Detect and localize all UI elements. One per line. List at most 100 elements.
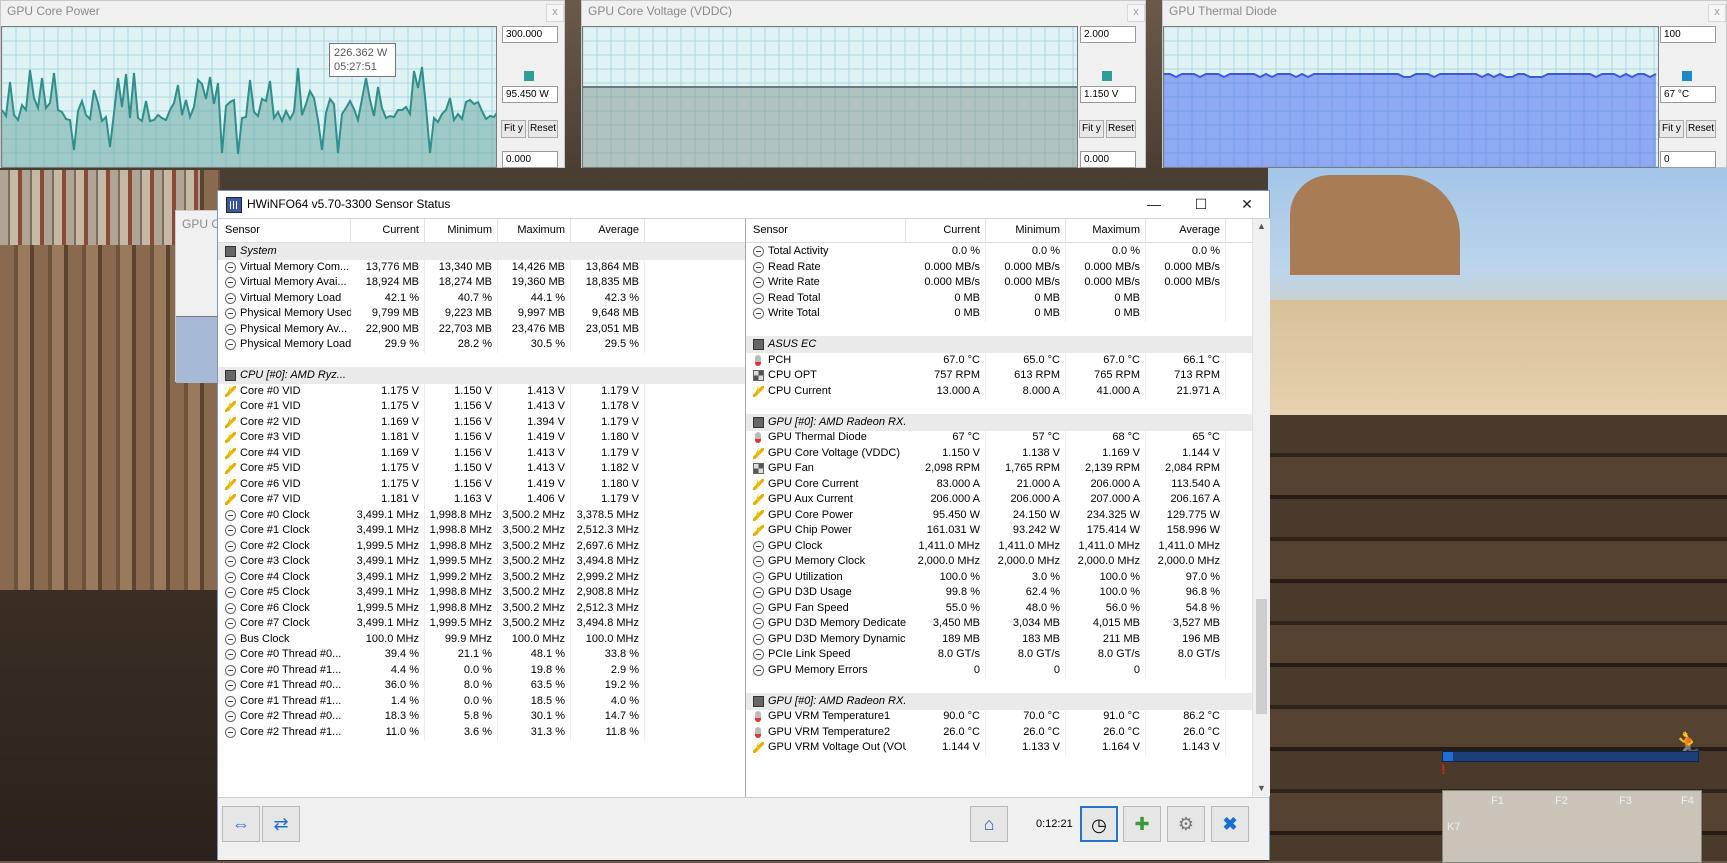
close-icon[interactable]: x xyxy=(546,4,564,22)
sensor-pane-right[interactable]: Sensor Current Minimum Maximum Average T… xyxy=(746,218,1270,797)
sensor-row[interactable]: Total Activity 0.0 % 0.0 % 0.0 % 0.0 % xyxy=(746,243,1270,260)
column-average[interactable]: Average xyxy=(1146,219,1226,242)
vertical-scrollbar[interactable]: ▲ ▼ xyxy=(1252,219,1270,796)
sensor-row[interactable]: Virtual Memory Avai... 18,924 MB 18,274 MB… xyxy=(218,274,745,291)
sensor-row[interactable]: GPU VRM Temperature2 26.0 °C 26.0 °C 26.0 °… xyxy=(746,723,1270,741)
column-maximum[interactable]: Maximum xyxy=(498,219,571,242)
sensor-row[interactable]: GPU Thermal Diode 67 °C 57 °C 68 °C 65 °C xyxy=(746,429,1270,446)
scroll-up-icon[interactable]: ▲ xyxy=(1253,219,1270,234)
nav-arrows-icon[interactable]: ⇔ xyxy=(222,806,260,842)
sensor-row[interactable]: Write Rate 0.000 MB/s 0.000 MB/s 0.000 MB/s… xyxy=(746,274,1270,291)
sensor-row[interactable]: Core #4 Clock 3,499.1 MHz 1,999.2 MHz 3,500… xyxy=(218,568,745,586)
sensor-row[interactable]: PCIe Link Speed 8.0 GT/s 8.0 GT/s 8.0 GT/s 8… xyxy=(746,646,1270,663)
sensor-row[interactable]: Physical Memory Used 9,799 MB 9,223 MB 9,99… xyxy=(218,305,745,322)
sensor-row[interactable]: Virtual Memory Com... 13,776 MB 13,340 MB 1… xyxy=(218,258,745,276)
min-value-field[interactable]: 0.000 xyxy=(1080,151,1136,168)
column-current[interactable]: Current xyxy=(906,219,986,242)
sensor-row[interactable]: Core #2 Thread #1... 11.0 % 3.6 % 31.3 % 11.… xyxy=(218,723,745,741)
sensor-row[interactable]: GPU Clock 1,411.0 MHz 1,411.0 MHz 1,411.0 M… xyxy=(746,537,1270,555)
sensor-row[interactable]: Core #2 VID 1.169 V 1.156 V 1.394 V 1.179 V xyxy=(218,413,745,431)
sensor-group-header[interactable]: ASUS EC xyxy=(746,336,1270,353)
sensor-row[interactable]: Core #2 Thread #0... 18.3 % 5.8 % 30.1 % 14.… xyxy=(218,708,745,725)
column-minimum[interactable]: Minimum xyxy=(425,219,498,242)
graph-window-thermal-diode[interactable]: GPU Thermal Diode x 100 67 °C Fit y Rese… xyxy=(1162,0,1727,168)
minimize-button[interactable]: — xyxy=(1131,191,1177,217)
sensor-group-header[interactable]: System xyxy=(218,243,745,260)
close-icon[interactable]: x xyxy=(1708,4,1726,22)
sensor-row[interactable]: PCH 67.0 °C 65.0 °C 67.0 °C 66.1 °C xyxy=(746,351,1270,369)
sensor-row[interactable]: Core #1 Clock 3,499.1 MHz 1,998.8 MHz 3,500… xyxy=(218,522,745,539)
sensor-row[interactable]: Physical Memory Load 29.9 % 28.2 % 30.5 % 29… xyxy=(218,336,745,353)
sensor-row[interactable]: GPU Core Voltage (VDDC) 1.150 V 1.138 V 1.1… xyxy=(746,444,1270,462)
sensor-row[interactable]: GPU D3D Usage 99.8 % 62.4 % 100.0 % 96.8 % xyxy=(746,584,1270,601)
column-sensor[interactable]: Sensor xyxy=(218,219,351,242)
close-icon[interactable]: x xyxy=(1127,4,1145,22)
fit-y-button[interactable]: Fit y xyxy=(501,120,526,138)
sensor-row[interactable]: GPU Fan 2,098 RPM 1,765 RPM 2,139 RPM 2,084 … xyxy=(746,460,1270,477)
sensor-row[interactable]: GPU D3D Memory Dynamic 189 MB 183 MB 211 MB… xyxy=(746,630,1270,648)
sensor-row[interactable]: Core #2 Clock 1,999.5 MHz 1,998.8 MHz 3,500… xyxy=(218,537,745,555)
sensor-row[interactable]: Core #5 Clock 3,499.1 MHz 1,998.8 MHz 3,500… xyxy=(218,584,745,601)
sensor-row[interactable]: Write Total 0 MB 0 MB 0 MB xyxy=(746,305,1270,322)
max-value-field[interactable]: 300.000 xyxy=(502,26,558,43)
sensor-row[interactable]: Core #0 VID 1.175 V 1.150 V 1.413 V 1.179 V xyxy=(218,382,745,400)
sensor-row[interactable]: Bus Clock 100.0 MHz 99.9 MHz 100.0 MHz 100.0… xyxy=(218,630,745,648)
sensor-row[interactable]: CPU OPT 757 RPM 613 RPM 765 RPM 713 RPM xyxy=(746,367,1270,384)
sensor-row[interactable]: Core #4 VID 1.169 V 1.156 V 1.413 V 1.179 V xyxy=(218,444,745,462)
sensor-row[interactable]: Core #1 VID 1.175 V 1.156 V 1.413 V 1.178 V xyxy=(218,398,745,415)
sensor-pane-left[interactable]: Sensor Current Minimum Maximum Average S… xyxy=(218,218,746,797)
collapse-arrows-icon[interactable]: ⇄ xyxy=(262,806,300,842)
sensor-row[interactable]: GPU Core Power 95.450 W 24.150 W 234.325 W1… xyxy=(746,506,1270,524)
fit-y-button[interactable]: Fit y xyxy=(1659,120,1684,138)
min-value-field[interactable]: 0.000 xyxy=(502,151,558,168)
sensor-row[interactable]: Core #0 Thread #0... 39.4 % 21.1 % 48.1 % 33… xyxy=(218,646,745,663)
close-button[interactable]: ✕ xyxy=(1224,191,1270,217)
network-icon[interactable]: ⌂ xyxy=(970,806,1008,842)
sensor-row[interactable]: GPU Memory Clock 2,000.0 MHz 2,000.0 MHz 2,… xyxy=(746,553,1270,570)
sensor-row[interactable]: Read Total 0 MB 0 MB 0 MB xyxy=(746,289,1270,307)
reset-button[interactable]: Reset xyxy=(1686,120,1716,138)
sensor-row[interactable]: Core #0 Thread #1... 4.4 % 0.0 % 19.8 % 2.9 … xyxy=(218,661,745,679)
close-x-icon[interactable]: ✖ xyxy=(1211,806,1249,842)
sensor-row[interactable]: GPU Chip Power 161.031 W 93.242 W 175.414 W… xyxy=(746,522,1270,539)
sensor-row[interactable]: Physical Memory Av... 22,900 MB 22,703 MB 2… xyxy=(218,320,745,338)
clock-icon[interactable]: ◷ xyxy=(1080,806,1118,842)
sensor-row[interactable]: GPU Memory Errors 0 0 0 xyxy=(746,661,1270,679)
reset-button[interactable]: Reset xyxy=(528,120,558,138)
sensor-row[interactable]: Core #7 Clock 3,499.1 MHz 1,999.5 MHz 3,500… xyxy=(218,615,745,632)
sensor-row[interactable]: GPU VRM Voltage Out (VOU... 1.144 V 1.133 … xyxy=(746,739,1270,756)
graph-window-core-power[interactable]: GPU Core Power x 226.362 W 05:27:51 300.… xyxy=(0,0,565,168)
sensor-row[interactable]: CPU Current 13.000 A 8.000 A 41.000 A 21.971… xyxy=(746,382,1270,400)
sensor-group-header[interactable]: GPU [#0]: AMD Radeon RX... xyxy=(746,413,1270,431)
sensor-row[interactable]: Core #1 Thread #0... 36.0 % 8.0 % 63.5 % 19.… xyxy=(218,677,745,694)
scroll-down-icon[interactable]: ▼ xyxy=(1253,781,1270,796)
sensor-row[interactable]: Core #5 VID 1.175 V 1.150 V 1.413 V 1.182 V xyxy=(218,460,745,477)
column-minimum[interactable]: Minimum xyxy=(986,219,1066,242)
minimap[interactable]: F1 F2 F3 F4 K7 xyxy=(1442,790,1702,863)
sensor-row[interactable]: Core #6 VID 1.175 V 1.156 V 1.419 V 1.180 V xyxy=(218,475,745,493)
sensor-row[interactable]: GPU VRM Temperature1 90.0 °C 70.0 °C 91.0 °… xyxy=(746,708,1270,725)
min-value-field[interactable]: 0 xyxy=(1660,151,1716,168)
sensor-row[interactable]: Core #0 Clock 3,499.1 MHz 1,998.8 MHz 3,500… xyxy=(218,506,745,524)
sensor-row[interactable]: Virtual Memory Load 42.1 % 40.7 % 44.1 % 42.… xyxy=(218,289,745,307)
maximize-button[interactable]: ☐ xyxy=(1178,191,1224,217)
sensor-row[interactable]: GPU D3D Memory Dedicated 3,450 MB 3,034 MB… xyxy=(746,615,1270,632)
sensor-row[interactable]: Core #3 Clock 3,499.1 MHz 1,999.5 MHz 3,500… xyxy=(218,553,745,570)
fit-y-button[interactable]: Fit y xyxy=(1079,120,1104,138)
scroll-thumb[interactable] xyxy=(1256,599,1267,714)
reset-button[interactable]: Reset xyxy=(1106,120,1136,138)
sensor-row[interactable]: Core #6 Clock 1,999.5 MHz 1,998.8 MHz 3,500… xyxy=(218,599,745,617)
sensor-row[interactable]: Read Rate 0.000 MB/s 0.000 MB/s 0.000 MB/s 0… xyxy=(746,258,1270,276)
column-maximum[interactable]: Maximum xyxy=(1066,219,1146,242)
settings-icon[interactable]: ⚙ xyxy=(1167,806,1205,842)
sensor-row[interactable]: Core #1 Thread #1... 1.4 % 0.0 % 18.5 % 4.0 … xyxy=(218,692,745,710)
sensor-status-window[interactable]: HWiNFO64 v5.70-3300 Sensor Status — ☐ ✕ … xyxy=(217,190,1270,860)
sensor-group-header[interactable]: CPU [#0]: AMD Ryz... xyxy=(218,367,745,384)
column-average[interactable]: Average xyxy=(571,219,645,242)
max-value-field[interactable]: 2.000 xyxy=(1080,26,1136,43)
sensor-row[interactable]: GPU Utilization 100.0 % 3.0 % 100.0 % 97.0 % xyxy=(746,568,1270,586)
sensor-row[interactable]: Core #3 VID 1.181 V 1.156 V 1.419 V 1.180 V xyxy=(218,429,745,446)
sensor-row[interactable]: GPU Aux Current 206.000 A 206.000 A 207.000… xyxy=(746,491,1270,508)
column-current[interactable]: Current xyxy=(351,219,425,242)
sensor-group-header[interactable]: GPU [#0]: AMD Radeon RX... xyxy=(746,692,1270,710)
